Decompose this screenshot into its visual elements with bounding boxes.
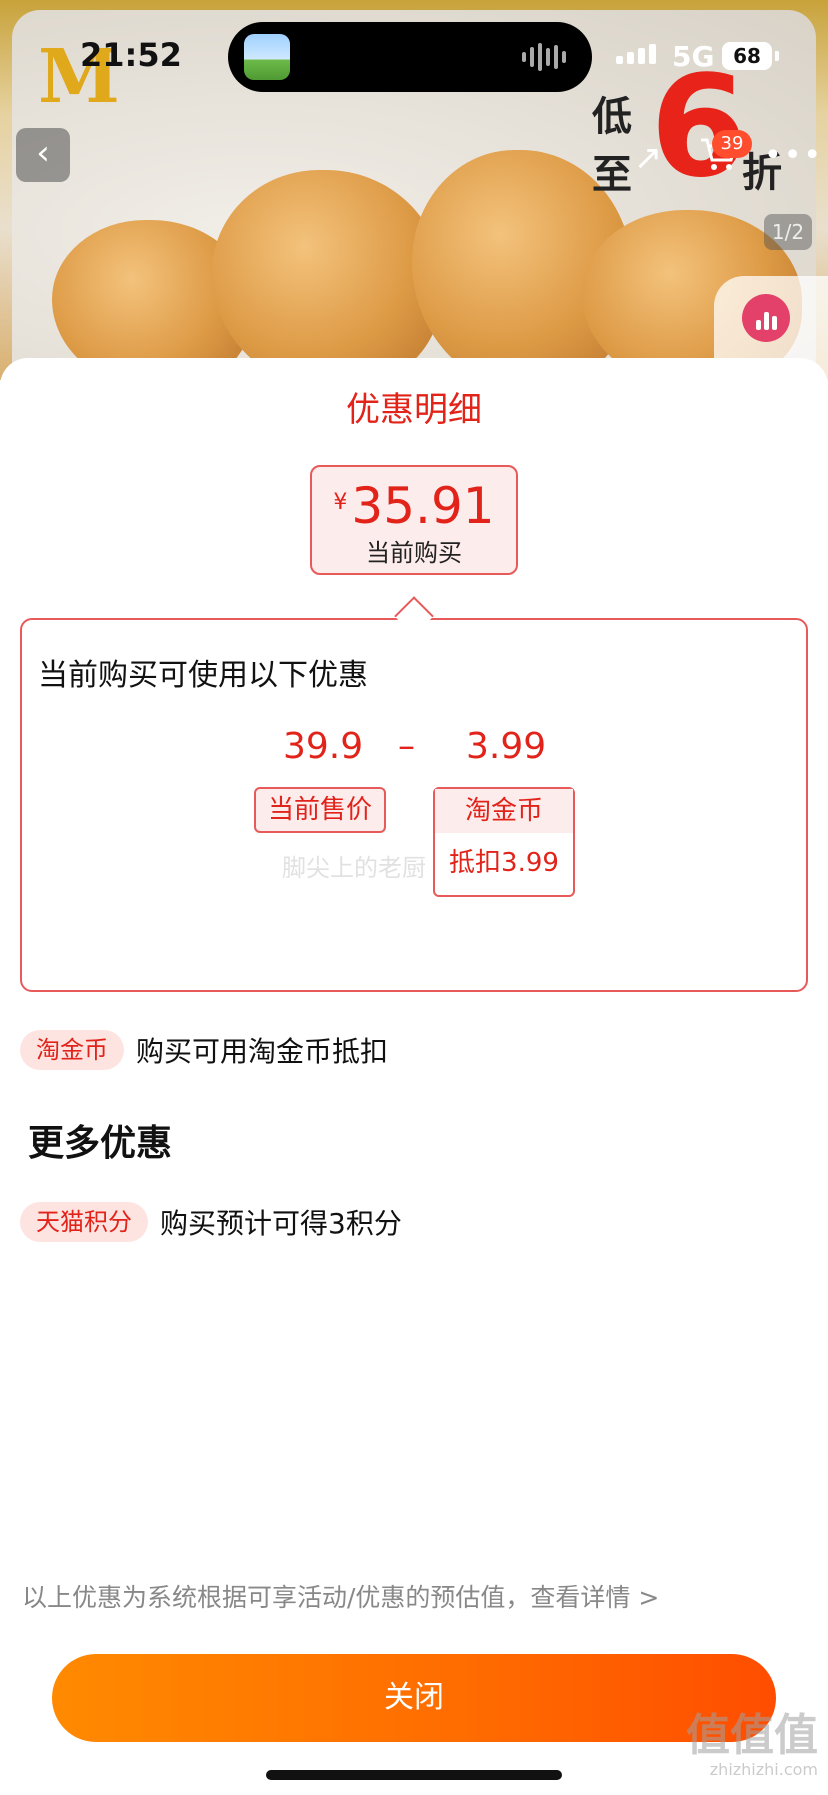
price-label: 当前购买 (366, 539, 462, 567)
user-watermark: 脚尖上的老厨 (282, 854, 426, 882)
share-icon: ↗ (633, 138, 663, 178)
app-thumbnail-icon (244, 34, 290, 80)
price-currency: ¥ (333, 490, 348, 515)
nugget-shape (212, 170, 442, 380)
more-dots-icon: ••• (764, 138, 824, 173)
coin-discount-note: 抵扣3.99 (449, 848, 559, 878)
benefit-text: 购买预计可得3积分 (160, 1207, 402, 1240)
price-line: ¥35.91 (312, 477, 516, 535)
coin-discount-tag: 淘金币 抵扣3.99 (433, 787, 575, 897)
benefit-tag: 天猫积分 (20, 1202, 148, 1242)
cart-count-badge: 39 (712, 130, 752, 158)
more-discounts-heading: 更多优惠 (28, 1123, 173, 1164)
more-button[interactable]: ••• (764, 136, 821, 180)
original-price-tag: 当前售价 (254, 787, 386, 833)
network-type: 5G (672, 40, 715, 73)
benefit-row-coin: 淘金币 购买可用淘金币抵扣 (20, 1030, 388, 1070)
dynamic-island[interactable] (228, 22, 592, 92)
site-watermark-logo: 值值值 (686, 1710, 818, 1761)
home-indicator[interactable] (266, 1770, 562, 1780)
coin-discount-label: 淘金币 (435, 789, 573, 833)
signal-icon (616, 44, 656, 64)
estimate-details-link[interactable]: 以上优惠为系统根据可享活动/优惠的预估值，查看详情 > (22, 1578, 659, 1614)
audio-wave-icon (522, 42, 566, 72)
image-page-indicator: 1/2 (764, 214, 812, 250)
bar-chart-icon[interactable] (742, 294, 790, 342)
chevron-left-icon: ‹ (36, 133, 50, 173)
back-button[interactable]: ‹ (16, 128, 70, 182)
minus-operator: – (398, 726, 415, 766)
sheet-title: 优惠明细 (346, 390, 482, 430)
site-watermark-url: zhizhizhi.com (709, 1760, 818, 1779)
current-price-box: ¥35.91 当前购买 (310, 465, 518, 575)
close-button[interactable]: 关闭 (52, 1654, 776, 1742)
detail-intro: 当前购买可使用以下优惠 (38, 658, 368, 693)
status-time: 21:52 (80, 36, 182, 74)
price-value: 35.91 (351, 477, 495, 535)
site-watermark: 值值值 zhizhizhi.com (686, 1712, 818, 1780)
battery-tip (775, 51, 779, 61)
original-price-value: 39.9 (283, 726, 364, 767)
benefit-row-points: 天猫积分 购买预计可得3积分 (20, 1202, 402, 1242)
benefit-text: 购买可用淘金币抵扣 (136, 1035, 389, 1068)
benefit-tag: 淘金币 (20, 1030, 124, 1070)
battery-icon: 68 (722, 42, 772, 70)
share-button[interactable]: ↗ (626, 136, 670, 180)
discount-value: 3.99 (466, 726, 547, 767)
